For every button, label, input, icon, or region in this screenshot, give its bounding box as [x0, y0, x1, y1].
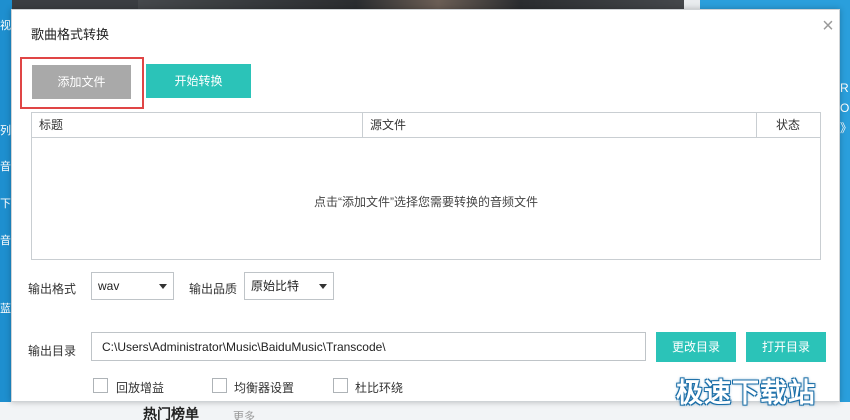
output-dir-input[interactable] [91, 332, 646, 361]
start-convert-button[interactable]: 开始转换 [146, 64, 251, 98]
dolby-surround-label[interactable]: 杜比环绕 [355, 379, 403, 396]
bg-right-glyph: R [840, 81, 849, 95]
output-quality-label: 输出品质 [189, 282, 238, 296]
change-dir-button[interactable]: 更改目录 [656, 332, 736, 362]
chevron-down-icon [159, 284, 167, 289]
background-chart-heading: 热门榜单 [143, 406, 199, 420]
bg-nav-glyph: 蓝 [0, 303, 11, 315]
bg-nav-glyph: 音 [0, 235, 11, 247]
dolby-surround-checkbox[interactable] [333, 378, 348, 393]
output-format-value: wav [98, 279, 120, 293]
file-table: 标题 源文件 状态 点击“添加文件”选择您需要转换的音频文件 [31, 112, 821, 260]
background-more-link: 更多 [233, 411, 255, 420]
empty-table-hint: 点击“添加文件”选择您需要转换的音频文件 [314, 195, 538, 209]
bg-nav-glyph: 视 [0, 20, 11, 32]
bg-nav-glyph: 音 [0, 161, 11, 173]
equalizer-checkbox[interactable] [212, 378, 227, 393]
close-icon[interactable]: × [818, 16, 838, 36]
column-divider[interactable] [756, 113, 757, 137]
column-header-source[interactable]: 源文件 [370, 113, 406, 137]
output-format-select[interactable]: wav [91, 272, 174, 300]
output-dir-label: 输出目录 [28, 344, 77, 358]
site-watermark: 极速下载站 [676, 378, 816, 409]
chevron-down-icon [319, 284, 327, 289]
equalizer-label[interactable]: 均衡器设置 [234, 379, 294, 396]
open-dir-button[interactable]: 打开目录 [746, 332, 826, 362]
background-right-glyphs: R O 》 [840, 78, 850, 138]
replay-gain-checkbox[interactable] [93, 378, 108, 393]
column-divider[interactable] [362, 113, 363, 137]
bg-nav-glyph: 下 [0, 198, 11, 210]
replay-gain-label[interactable]: 回放增益 [116, 379, 164, 396]
output-quality-value: 原始比特 [251, 279, 300, 293]
bg-nav-glyph: 列 [0, 125, 11, 137]
column-header-status[interactable]: 状态 [776, 113, 800, 137]
table-header: 标题 源文件 状态 [32, 113, 820, 138]
output-quality-select[interactable]: 原始比特 [244, 272, 334, 300]
add-file-button[interactable]: 添加文件 [32, 65, 131, 99]
bg-right-glyph: O [840, 101, 850, 115]
dialog-title: 歌曲格式转换 [31, 27, 110, 42]
bg-right-glyph: 》 [840, 118, 850, 138]
output-format-label: 输出格式 [28, 282, 77, 296]
format-convert-dialog: 歌曲格式转换 × 添加文件 开始转换 标题 源文件 状态 点击“添加文件”选择您… [11, 9, 840, 402]
column-header-title[interactable]: 标题 [39, 113, 63, 137]
